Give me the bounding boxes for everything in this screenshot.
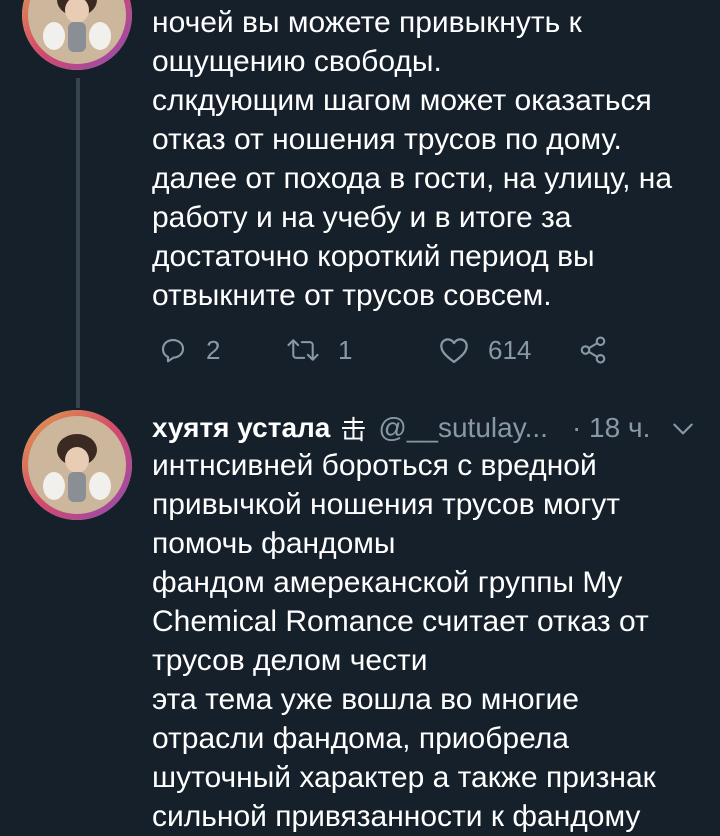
tweet-text-line: отрасли фандома, приобрела — [152, 722, 569, 755]
tweet-text-line: Chemical Romance считает отказ от — [152, 605, 649, 638]
avatar-image — [22, 0, 132, 70]
tweet-text-line: помочь фандомы — [152, 527, 396, 560]
tweet-text-line: эта тема уже вошла во многие — [152, 683, 579, 716]
share-icon — [580, 336, 606, 364]
like-button[interactable]: 614 — [438, 330, 531, 370]
tweet-header: хуятя устала 击 @__sutulay... · 18 ч. — [152, 408, 712, 448]
display-name[interactable]: хуятя устала — [152, 412, 330, 444]
avatar[interactable] — [22, 410, 132, 520]
tweet-text-line: работу и на учебу и в итоге за — [152, 201, 572, 234]
tweet-text-line: достаточно короткий период вы — [152, 240, 595, 273]
avatar-image — [22, 410, 132, 520]
reply-count: 2 — [206, 334, 221, 365]
reply-icon — [161, 338, 185, 363]
tweet-text-line: интнсивней бороться с вредной — [152, 449, 597, 482]
avatar[interactable] — [22, 0, 132, 70]
tweet-top[interactable]: ночей вы можете привыкнуть к ощущению св… — [0, 0, 720, 408]
retweet-button[interactable]: 1 — [286, 330, 352, 370]
heart-icon — [440, 338, 468, 364]
tweet-text-line: трусов делом чести — [152, 644, 428, 677]
tweet-text: ночей вы можете привыкнуть к ощущению св… — [152, 3, 712, 315]
tweet-text-line: отказ от ношения трусов по дому. — [152, 123, 622, 156]
tweet-text-line: отвыкните от трусов совсем. — [152, 279, 552, 312]
tweet-text-line: слкдующим шагом может оказаться — [152, 84, 652, 117]
tweet-text-line: ощущению свободы. — [152, 45, 442, 78]
tweet-text-line: шуточный характер а также признак — [152, 761, 656, 794]
tweet-text-line: сильной привязанности к фандому — [152, 800, 641, 833]
reply-button[interactable]: 2 — [158, 330, 220, 370]
tweet-text: интнсивней бороться с вредной привычкой … — [152, 446, 712, 836]
retweet-icon — [287, 339, 319, 361]
user-handle[interactable]: @__sutulay... — [378, 412, 548, 444]
tweet-text-line: привычкой ношения трусов могут — [152, 488, 621, 521]
tweet-text-line: далее от похода в гости, на улицу, на — [152, 162, 673, 195]
chevron-down-icon[interactable] — [670, 416, 696, 442]
tweet-text-line: ночей вы можете привыкнуть к — [152, 6, 582, 39]
share-button[interactable] — [578, 330, 608, 370]
like-count: 614 — [488, 334, 532, 365]
retweet-count: 1 — [338, 334, 353, 365]
name-glyph: 击 — [340, 414, 367, 445]
thread-line — [76, 78, 80, 408]
timestamp[interactable]: · 18 ч. — [572, 412, 650, 444]
tweet-text-line: фандом амереканской группы My — [152, 566, 623, 599]
tweet-actions: 2 1 614 — [158, 330, 638, 370]
